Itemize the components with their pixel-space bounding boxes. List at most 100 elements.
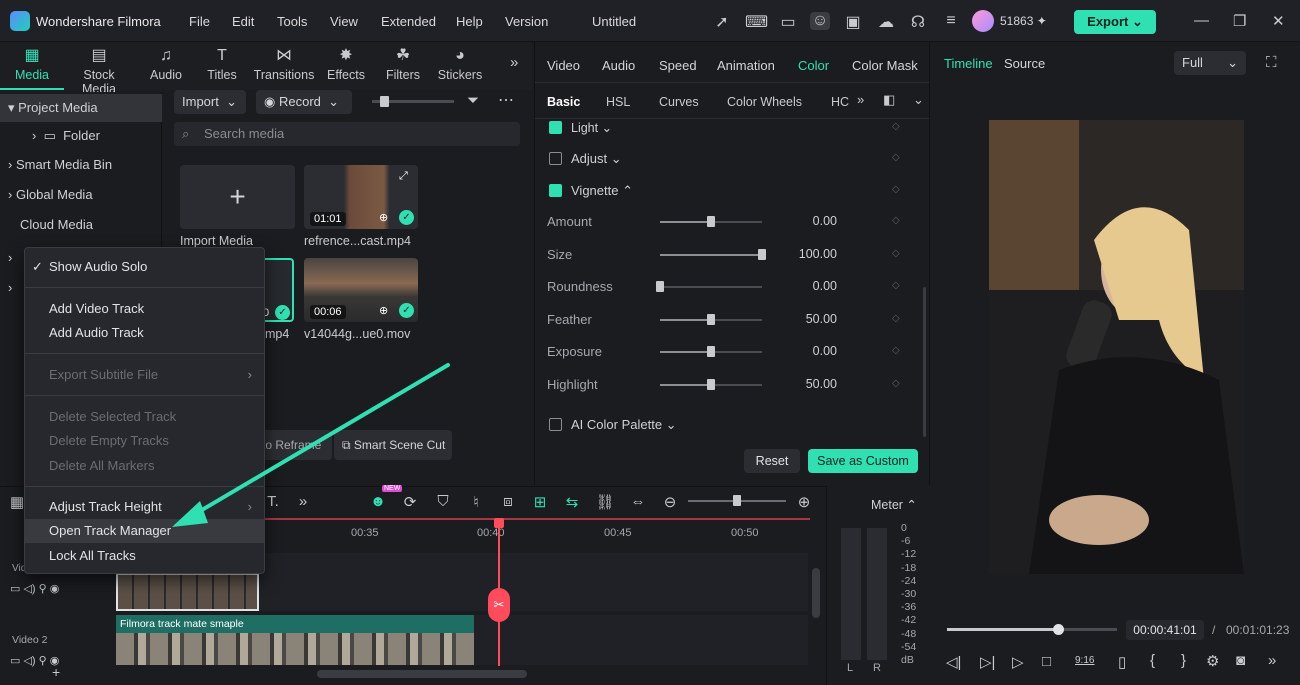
settings-icon[interactable]: ⚙ — [1206, 652, 1219, 670]
media-thumb-refrence[interactable]: 01:01 ✓ ⊕ ⤢ — [304, 165, 418, 229]
menu-version[interactable]: Version — [505, 14, 548, 29]
ai-palette-checkbox[interactable] — [549, 418, 562, 431]
keyframe-icon[interactable]: ◇ — [892, 248, 900, 259]
thumbnail-size-thumb[interactable] — [380, 96, 389, 107]
tab-audio-props[interactable]: Audio — [602, 58, 635, 73]
video-clip-1[interactable] — [116, 573, 259, 611]
timeline-v-scrollbar[interactable] — [812, 568, 820, 618]
camera-icon[interactable]: ◙ — [1236, 652, 1245, 669]
subtab-curves[interactable]: Curves — [659, 95, 699, 109]
menu-tools[interactable]: Tools — [277, 14, 307, 29]
aspect-ratio-icon[interactable]: 9:16 — [1075, 655, 1094, 666]
menu-add-audio-track[interactable]: Add Audio Track — [25, 321, 264, 345]
menu-file[interactable]: File — [189, 14, 210, 29]
tree-item-hidden[interactable]: › — [8, 250, 12, 265]
subtab-color-wheels[interactable]: Color Wheels — [727, 95, 802, 109]
cloud-upload-icon[interactable]: ☁ — [876, 12, 896, 32]
menu-show-audio-solo[interactable]: ✓ Show Audio Solo — [25, 255, 264, 279]
tree-cloud-media[interactable]: Cloud Media — [0, 211, 162, 239]
slider-value[interactable]: 0.00 — [777, 344, 837, 358]
slider-track[interactable] — [660, 286, 762, 288]
zoom-out-icon[interactable]: ⊖ — [659, 493, 681, 511]
subtab-hc[interactable]: HC — [831, 95, 849, 109]
keyframe-icon[interactable]: ◇ — [892, 184, 900, 195]
layout-grid-icon[interactable]: ▦ — [10, 493, 24, 511]
preview-progress-thumb[interactable] — [1052, 624, 1064, 635]
split-screen-icon[interactable]: ⧈ — [497, 493, 519, 510]
slider-thumb[interactable] — [758, 249, 766, 260]
slider-thumb[interactable] — [656, 281, 664, 292]
menu-view[interactable]: View — [330, 14, 358, 29]
video-clip-2[interactable]: Filmora track mate smaple — [116, 615, 474, 665]
ai-color-palette-section[interactable]: AI Color Palette ⌄ — [571, 417, 677, 433]
close-icon[interactable]: ✕ — [1272, 12, 1285, 30]
tab-filters[interactable]: ☘ Filters — [371, 42, 435, 90]
menu-icon[interactable]: ≡ — [941, 12, 961, 30]
headset-icon[interactable]: ☊ — [908, 12, 928, 32]
slider-value[interactable]: 0.00 — [777, 279, 837, 293]
filter-icon[interactable]: ⏷ — [467, 92, 479, 109]
minimize-icon[interactable]: — — [1194, 12, 1209, 29]
adjust-section[interactable]: Adjust ⌄ — [571, 151, 622, 167]
subtab-basic[interactable]: Basic — [547, 95, 580, 109]
restore-icon[interactable]: ❐ — [1233, 12, 1246, 30]
tab-color[interactable]: Color — [798, 58, 829, 73]
support-icon[interactable]: ☺ — [810, 12, 830, 30]
keyframe-icon[interactable]: ◇ — [892, 378, 900, 389]
vignette-section[interactable]: Vignette ⌃ — [571, 183, 633, 199]
current-time[interactable]: 00:00:41:01 — [1126, 620, 1204, 640]
slider-thumb[interactable] — [707, 216, 715, 227]
more-tabs-icon[interactable]: » — [510, 54, 518, 71]
more-controls-icon[interactable]: » — [1268, 652, 1276, 669]
save-as-custom-button[interactable]: Save as Custom — [808, 449, 918, 473]
fullscreen-icon[interactable]: ▯ — [1118, 653, 1126, 671]
stop-icon[interactable]: □ — [1042, 653, 1051, 670]
chevron-down-icon[interactable]: ⌄ — [913, 92, 924, 108]
tree-smart-media-bin[interactable]: › Smart Media Bin — [0, 151, 162, 179]
tab-animation[interactable]: Animation — [717, 58, 775, 73]
menu-extended[interactable]: Extended — [381, 14, 436, 29]
meter-label[interactable]: Meter ⌃ — [871, 497, 917, 512]
play-back-icon[interactable]: ▷| — [980, 653, 995, 671]
tab-titles[interactable]: T Titles — [190, 42, 254, 90]
prev-frame-icon[interactable]: ◁| — [946, 653, 961, 671]
slider-value[interactable]: 50.00 — [777, 377, 837, 391]
track-controls[interactable]: ▭ ◁) ⚲ ◉ — [10, 582, 59, 595]
playhead-handle[interactable] — [494, 518, 504, 528]
mark-out-icon[interactable]: } — [1181, 652, 1186, 669]
compare-icon[interactable]: ◧ — [883, 92, 895, 108]
keyframe-icon[interactable]: ◇ — [892, 313, 900, 324]
keyframe-icon[interactable]: ◇ — [892, 121, 900, 132]
keyframe-icon[interactable]: ◇ — [892, 152, 900, 163]
mark-in-icon[interactable]: { — [1150, 652, 1155, 669]
props-scrollbar[interactable] — [923, 287, 926, 437]
slider-thumb[interactable] — [707, 314, 715, 325]
tab-audio[interactable]: ♫ Audio — [134, 42, 198, 90]
video-preview[interactable] — [989, 120, 1244, 574]
auto-highlight-icon[interactable]: ⇆ — [561, 493, 583, 511]
avatar[interactable] — [972, 10, 994, 32]
light-checkbox[interactable] — [549, 121, 562, 134]
slider-value[interactable]: 100.00 — [777, 247, 837, 261]
tree-item-hidden[interactable]: › — [8, 280, 12, 295]
media-thumb-v14044g[interactable]: 00:06 ✓ ⊕ — [304, 258, 418, 322]
tree-project-media[interactable]: ▾ Project Media — [0, 94, 162, 122]
menu-add-video-track[interactable]: Add Video Track — [25, 297, 264, 321]
unlink-icon[interactable]: ⛓ — [594, 493, 616, 511]
send-icon[interactable]: ➚ — [712, 12, 732, 32]
record-button[interactable]: ◉ Record ⌄ — [256, 90, 352, 114]
credits-count[interactable]: 51863 ✦ — [1000, 14, 1047, 28]
menu-edit[interactable]: Edit — [232, 14, 254, 29]
fit-timeline-icon[interactable]: ⇔ — [627, 493, 649, 510]
add-track-icon[interactable]: + — [52, 664, 60, 680]
import-media-tile[interactable]: + — [180, 165, 295, 229]
layout-icon[interactable]: ▭ — [778, 12, 798, 32]
export-button[interactable]: Export ⌄ — [1074, 10, 1156, 34]
more-subtabs-icon[interactable]: » — [857, 92, 864, 107]
tab-effects[interactable]: ✸ Effects — [314, 42, 378, 90]
search-input[interactable]: Search media — [174, 122, 520, 146]
snap-icon[interactable]: ⊞ — [529, 493, 551, 511]
slider-thumb[interactable] — [707, 346, 715, 357]
import-button[interactable]: Import ⌄ — [174, 90, 246, 114]
tab-video[interactable]: Video — [547, 58, 580, 73]
